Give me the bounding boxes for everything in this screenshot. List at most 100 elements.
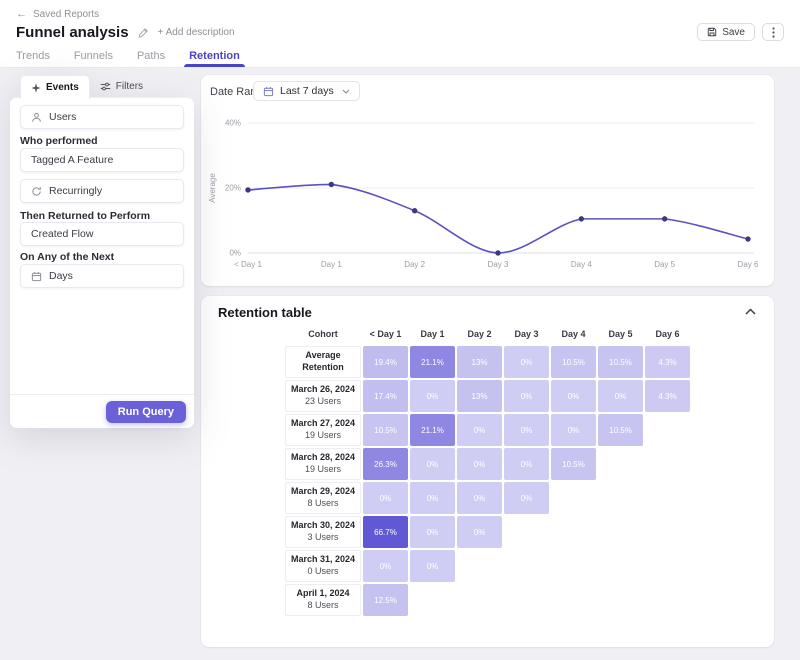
empty-cell	[598, 584, 643, 616]
user-icon	[31, 112, 42, 123]
empty-cell	[598, 516, 643, 548]
query-panel-body: Users Who performed Tagged A Feature Rec…	[10, 97, 194, 428]
cohort-label: March 26, 202423 Users	[285, 380, 361, 412]
retention-cell[interactable]: 0%	[457, 414, 502, 446]
tab-filters[interactable]: Filters	[90, 75, 153, 98]
retention-cell[interactable]: 4.3%	[645, 346, 690, 378]
retention-cell[interactable]: 10.5%	[598, 346, 643, 378]
retention-cell[interactable]: 0%	[410, 482, 455, 514]
save-button[interactable]: Save	[697, 23, 755, 41]
retention-cell[interactable]: 0%	[363, 482, 408, 514]
retention-cell[interactable]: 26.3%	[363, 448, 408, 480]
retention-cell[interactable]: 0%	[410, 380, 455, 412]
return-event-select[interactable]: Created Flow	[20, 222, 184, 246]
retention-cell[interactable]: 13%	[457, 346, 502, 378]
query-panel-tabs: Events Filters	[10, 75, 194, 98]
back-button[interactable]: ← Saved Reports	[16, 9, 99, 20]
unit-value: Days	[49, 270, 73, 282]
empty-cell	[504, 550, 549, 582]
tab-retention[interactable]: Retention	[189, 45, 240, 67]
column-header: Day 6	[645, 327, 690, 341]
cohort-label: March 29, 20248 Users	[285, 482, 361, 514]
retention-cell[interactable]: 0%	[410, 448, 455, 480]
retention-cell[interactable]: 0%	[504, 448, 549, 480]
cohort-label: April 1, 20248 Users	[285, 584, 361, 616]
retention-cell[interactable]: 0%	[457, 516, 502, 548]
date-range-dropdown[interactable]: Last 7 days	[253, 81, 360, 101]
column-header: Cohort	[285, 327, 361, 341]
retention-line	[248, 184, 748, 253]
retention-cell[interactable]: 19.4%	[363, 346, 408, 378]
retention-cell[interactable]: 21.1%	[410, 346, 455, 378]
x-tick-label: < Day 1	[234, 260, 262, 269]
cohort-label: Average Retention	[285, 346, 361, 378]
tab-events[interactable]: Events	[20, 75, 90, 99]
retention-cell[interactable]: 0%	[410, 550, 455, 582]
data-point	[662, 216, 667, 221]
cohort-users: 3 Users	[307, 532, 338, 544]
run-query-button[interactable]: Run Query	[106, 401, 186, 423]
retention-cell[interactable]: 10.5%	[363, 414, 408, 446]
retention-cell[interactable]: 13%	[457, 380, 502, 412]
retention-cell[interactable]: 0%	[551, 380, 596, 412]
calendar-icon	[31, 271, 42, 282]
empty-cell	[645, 448, 690, 480]
retention-cell[interactable]: 10.5%	[551, 448, 596, 480]
users-select[interactable]: Users	[20, 105, 184, 129]
data-point	[329, 182, 334, 187]
retention-cell[interactable]: 12.5%	[363, 584, 408, 616]
more-options-button[interactable]	[762, 23, 784, 41]
retention-cell[interactable]: 21.1%	[410, 414, 455, 446]
retention-cell[interactable]: 0%	[504, 346, 549, 378]
retention-table-card: Retention table Cohort< Day 1Day 1Day 2D…	[201, 296, 774, 647]
retention-cell[interactable]: 0%	[504, 482, 549, 514]
report-tabs: Trends Funnels Paths Retention	[16, 45, 240, 67]
sliders-icon	[100, 81, 111, 92]
data-point	[745, 236, 750, 241]
retention-cell[interactable]: 4.3%	[645, 380, 690, 412]
save-label: Save	[722, 27, 745, 38]
retention-cell[interactable]: 0%	[551, 414, 596, 446]
tab-trends[interactable]: Trends	[16, 45, 50, 67]
header-actions: Save	[697, 23, 784, 41]
retention-cell[interactable]: 17.4%	[363, 380, 408, 412]
save-icon	[707, 27, 717, 37]
retention-cell[interactable]: 0%	[363, 550, 408, 582]
users-select-value: Users	[49, 111, 76, 123]
collapse-table-button[interactable]	[740, 303, 760, 319]
cohort-users: 23 Users	[305, 396, 341, 408]
retention-cell[interactable]: 10.5%	[598, 414, 643, 446]
empty-cell	[457, 584, 502, 616]
tab-funnels[interactable]: Funnels	[74, 45, 113, 67]
recurring-select[interactable]: Recurringly	[20, 179, 184, 203]
empty-cell	[551, 550, 596, 582]
back-label: Saved Reports	[33, 9, 99, 20]
pencil-icon	[138, 27, 149, 38]
on-any-next-label: On Any of the Next	[20, 251, 114, 263]
retention-cell[interactable]: 0%	[457, 448, 502, 480]
empty-cell	[504, 584, 549, 616]
retention-cell[interactable]: 0%	[410, 516, 455, 548]
recurring-value: Recurringly	[49, 185, 102, 197]
retention-cell[interactable]: 0%	[598, 380, 643, 412]
then-returned-label: Then Returned to Perform	[20, 210, 150, 222]
page-title: Funnel analysis	[16, 24, 129, 41]
calendar-icon	[263, 86, 274, 97]
column-header: Day 5	[598, 327, 643, 341]
retention-cell[interactable]: 0%	[457, 482, 502, 514]
cohort-name: March 29, 2024	[291, 486, 355, 498]
cohort-users: 0 Users	[307, 566, 338, 578]
performed-event-select[interactable]: Tagged A Feature	[20, 148, 184, 172]
app-screen: ← Saved Reports Funnel analysis + Add de…	[0, 0, 800, 660]
add-description-button[interactable]: + Add description	[158, 27, 235, 38]
y-tick-label: 0%	[229, 249, 241, 258]
retention-cell[interactable]: 0%	[504, 414, 549, 446]
unit-select[interactable]: Days	[20, 264, 184, 288]
tab-paths[interactable]: Paths	[137, 45, 165, 67]
retention-cell[interactable]: 0%	[504, 380, 549, 412]
cohort-users: 19 Users	[305, 430, 341, 442]
retention-cell[interactable]: 66.7%	[363, 516, 408, 548]
edit-title-button[interactable]	[138, 27, 149, 38]
empty-cell	[410, 584, 455, 616]
retention-cell[interactable]: 10.5%	[551, 346, 596, 378]
